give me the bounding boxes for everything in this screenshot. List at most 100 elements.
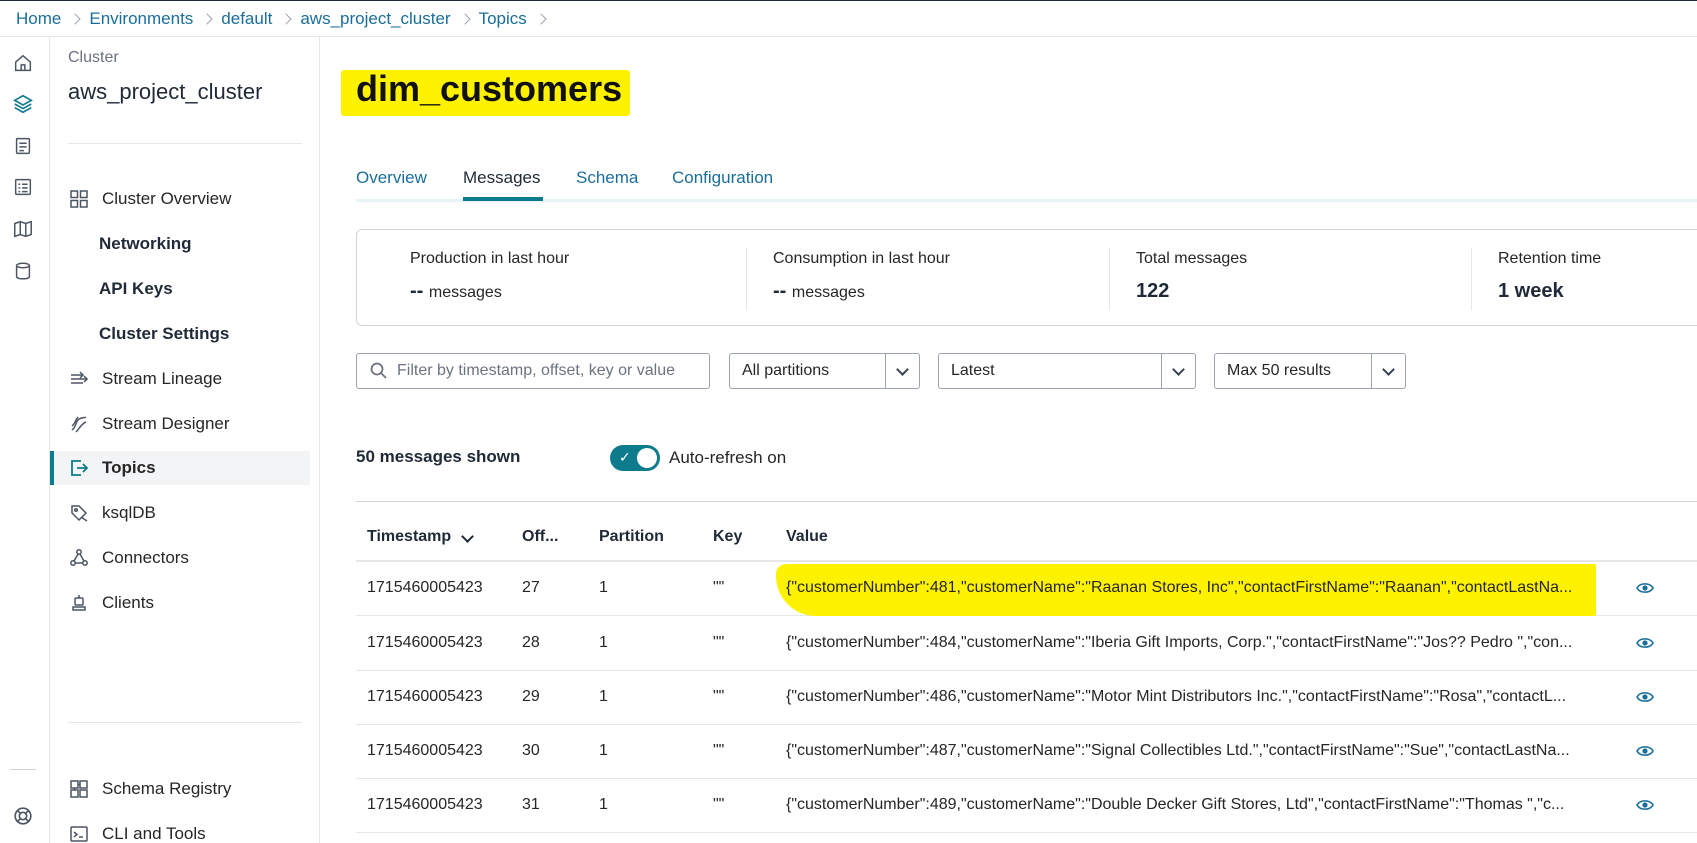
breadcrumb: Home Environments default aws_project_cl… — [0, 1, 1697, 37]
sidebar-item-label: ksqlDB — [102, 503, 156, 522]
table-top-border — [356, 501, 1697, 502]
layers-icon[interactable] — [11, 92, 35, 116]
sidebar-item-api-keys[interactable]: API Keys — [50, 272, 310, 306]
topic-stats-card: Production in last hour -- messages Cons… — [356, 229, 1697, 326]
tab-configuration[interactable]: Configuration — [672, 168, 773, 188]
cell-offset: 27 — [522, 579, 540, 596]
column-header-offset[interactable]: Off... — [522, 528, 558, 546]
stat-label: Retention time — [1498, 250, 1602, 267]
topic-tabs: Overview Messages Schema Configuration — [356, 160, 1697, 202]
sidebar-item-stream-designer[interactable]: Stream Designer — [50, 407, 310, 441]
column-header-partition[interactable]: Partition — [599, 528, 664, 546]
sidebar-item-cli-tools[interactable]: CLI and Tools — [50, 817, 310, 843]
column-header-timestamp[interactable]: Timestamp — [367, 528, 451, 546]
map-icon[interactable] — [11, 217, 35, 241]
list-icon[interactable] — [11, 175, 35, 199]
stat-divider — [1471, 248, 1472, 310]
stat-unit: messages — [428, 284, 502, 301]
stat-unit: messages — [791, 284, 865, 301]
lineage-icon — [68, 368, 90, 390]
sidebar-item-label: Cluster Overview — [102, 189, 232, 208]
stat-label: Total messages — [1136, 250, 1248, 267]
sidebar-item-connectors[interactable]: Connectors — [50, 541, 310, 575]
cell-value: {"customerNumber":487,"customerName":"Si… — [786, 742, 1570, 759]
table-row[interactable]: 1715460005423 30 1 "" {"customerNumber":… — [356, 725, 1697, 779]
sidebar-item-stream-lineage[interactable]: Stream Lineage — [50, 362, 310, 396]
sort-descending-icon[interactable] — [461, 530, 474, 543]
home-icon[interactable] — [11, 51, 35, 75]
table-row[interactable]: 1715460005423 27 1 "" {"customerNumber":… — [356, 562, 1697, 616]
column-header-key[interactable]: Key — [713, 528, 742, 546]
breadcrumb-default[interactable]: default — [221, 9, 272, 29]
sidebar-item-topics[interactable]: Topics — [50, 451, 310, 485]
stat-production: Production in last hour -- messages — [410, 250, 569, 303]
designer-icon — [68, 413, 90, 435]
cell-partition: 1 — [599, 579, 608, 596]
select-value: Latest — [951, 362, 995, 379]
sidebar-item-networking[interactable]: Networking — [50, 227, 310, 261]
sidebar-item-schema-registry[interactable]: Schema Registry — [50, 772, 310, 806]
message-filter — [356, 353, 710, 389]
auto-refresh-label: Auto-refresh on — [669, 448, 787, 467]
search-input[interactable] — [397, 362, 697, 380]
cell-key: "" — [713, 688, 725, 705]
cell-offset: 31 — [522, 796, 540, 813]
stat-divider — [746, 248, 747, 310]
tab-overview[interactable]: Overview — [356, 168, 427, 188]
breadcrumb-cluster[interactable]: aws_project_cluster — [300, 9, 450, 29]
breadcrumb-home[interactable]: Home — [16, 9, 61, 29]
eye-icon[interactable] — [1636, 798, 1654, 812]
eye-icon[interactable] — [1636, 690, 1654, 704]
icon-rail — [0, 37, 50, 843]
table-row[interactable]: 1715460005423 31 1 "" {"customerNumber":… — [356, 779, 1697, 833]
connectors-icon — [68, 547, 90, 569]
messages-shown-count: 50 messages shown — [356, 447, 521, 466]
column-header-value[interactable]: Value — [786, 528, 828, 546]
sidebar-item-label: Topics — [102, 458, 156, 477]
database-icon[interactable] — [11, 259, 35, 283]
eye-icon[interactable] — [1636, 581, 1654, 595]
sidebar-item-ksqldb[interactable]: ksqlDB — [50, 496, 310, 530]
cell-value: {"customerNumber":486,"customerName":"Mo… — [786, 688, 1567, 705]
eye-icon[interactable] — [1636, 636, 1654, 650]
cell-key: "" — [713, 579, 725, 596]
breadcrumb-environments[interactable]: Environments — [89, 9, 193, 29]
cell-key: "" — [713, 634, 725, 651]
eye-icon[interactable] — [1636, 744, 1654, 758]
cell-offset: 30 — [522, 742, 540, 759]
offset-select[interactable]: Latest — [938, 353, 1196, 389]
sidebar-item-cluster-overview[interactable]: Cluster Overview — [50, 182, 310, 216]
breadcrumb-topics[interactable]: Topics — [479, 9, 527, 29]
document-icon[interactable] — [11, 134, 35, 158]
stat-value: 1 week — [1498, 280, 1564, 302]
stat-value: -- — [773, 280, 787, 302]
help-icon[interactable] — [11, 804, 35, 828]
cluster-sidebar: Cluster aws_project_cluster Cluster Over… — [50, 37, 320, 843]
cluster-name: aws_project_cluster — [68, 79, 263, 104]
stat-retention: Retention time 1 week — [1498, 250, 1601, 303]
chevron-down-icon[interactable] — [885, 354, 919, 388]
sidebar-item-clients[interactable]: Clients — [50, 586, 310, 620]
table-row[interactable]: 1715460005423 28 1 "" {"customerNumber":… — [356, 617, 1697, 671]
auto-refresh-toggle[interactable]: ✓ — [610, 445, 660, 471]
cell-key: "" — [713, 796, 725, 813]
tab-schema[interactable]: Schema — [576, 168, 638, 188]
sidebar-item-label: Stream Designer — [102, 414, 230, 433]
select-value: Max 50 results — [1227, 362, 1332, 379]
chevron-down-icon[interactable] — [1161, 354, 1195, 388]
sidebar-item-label: Connectors — [102, 548, 189, 567]
sidebar-item-cluster-settings[interactable]: Cluster Settings — [50, 317, 310, 351]
clients-icon — [68, 592, 90, 614]
tab-messages[interactable]: Messages — [463, 168, 540, 188]
cell-partition: 1 — [599, 634, 608, 651]
toggle-knob — [637, 448, 657, 468]
cell-offset: 29 — [522, 688, 540, 705]
stat-total-messages: Total messages 122 — [1136, 250, 1247, 303]
terminal-icon — [68, 823, 90, 843]
sidebar-item-label: Cluster Settings — [99, 324, 230, 343]
partitions-select[interactable]: All partitions — [729, 353, 920, 389]
chevron-down-icon[interactable] — [1371, 354, 1405, 388]
max-results-select[interactable]: Max 50 results — [1214, 353, 1406, 389]
table-row[interactable]: 1715460005423 29 1 "" {"customerNumber":… — [356, 671, 1697, 725]
chevron-right-icon — [527, 1, 555, 37]
